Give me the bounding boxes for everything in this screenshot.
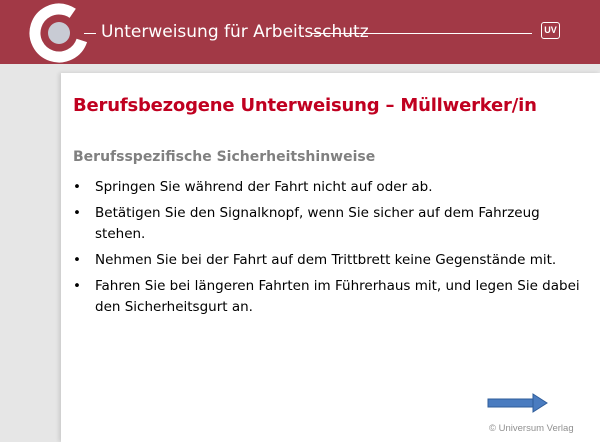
- ring-logo-icon: [29, 3, 89, 63]
- header-divider-right: [312, 33, 532, 34]
- header-bar: Unterweisung für Arbeitsschutz UV: [0, 0, 600, 64]
- bullet-text: Fahren Sie bei längeren Fahrten im Führe…: [95, 278, 580, 315]
- uv-badge-logo: UV: [541, 22, 560, 39]
- slide-title: Berufsbezogene Unterweisung – Müllwerker…: [73, 95, 537, 116]
- bullet-item: • Springen Sie während der Fahrt nicht a…: [73, 177, 593, 198]
- next-arrow-icon[interactable]: [487, 393, 549, 413]
- bullet-symbol: •: [73, 278, 81, 294]
- bullet-list: • Springen Sie während der Fahrt nicht a…: [73, 177, 593, 323]
- bullet-symbol: •: [73, 252, 81, 268]
- copyright-notice: © Universum Verlag: [489, 423, 574, 434]
- bullet-text: Springen Sie während der Fahrt nicht auf…: [95, 179, 433, 195]
- bullet-symbol: •: [73, 205, 81, 221]
- bullet-item: • Betätigen Sie den Signalknopf, wenn Si…: [73, 203, 593, 245]
- bullet-item: • Fahren Sie bei längeren Fahrten im Füh…: [73, 276, 593, 318]
- header-divider-left: [84, 33, 96, 34]
- bullet-symbol: •: [73, 179, 81, 195]
- bullet-text: Betätigen Sie den Signalknopf, wenn Sie …: [95, 205, 540, 242]
- header-title: Unterweisung für Arbeitsschutz: [101, 22, 369, 42]
- bullet-item: • Nehmen Sie bei der Fahrt auf dem Tritt…: [73, 250, 593, 271]
- section-heading: Berufsspezifische Sicherheitshinweise: [73, 149, 376, 165]
- bullet-text: Nehmen Sie bei der Fahrt auf dem Trittbr…: [95, 252, 557, 268]
- slide-content: Berufsbezogene Unterweisung – Müllwerker…: [61, 73, 600, 442]
